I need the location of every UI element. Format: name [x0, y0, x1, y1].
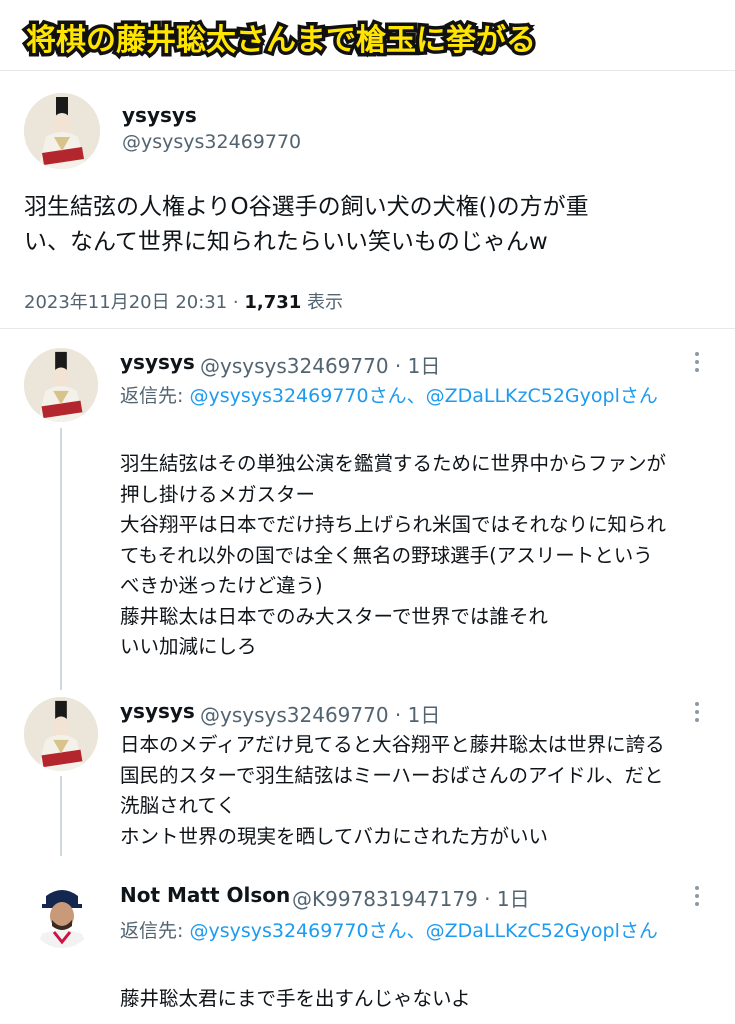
- views-label: 表示: [301, 292, 344, 313]
- replying-to-label: 返信先:: [120, 385, 190, 407]
- avatar-figure-icon: [24, 348, 98, 422]
- reply-avatar[interactable]: [24, 348, 98, 422]
- replying-to-mentions[interactable]: @ysysys32469770さん、@ZDaLLKzC52Gyoplさん: [189, 385, 657, 407]
- replying-to-mentions[interactable]: @ysysys32469770さん、@ZDaLLKzC52Gyoplさん: [189, 920, 657, 942]
- reply-author-name[interactable]: ysysys: [120, 699, 195, 723]
- avatar-figure-icon: [24, 93, 100, 169]
- reply-avatar[interactable]: [30, 884, 94, 948]
- tweet-text-line: い、なんて世界に知られたらいい笑いものじゃんw: [24, 229, 548, 255]
- replying-to-label: 返信先:: [120, 920, 190, 942]
- reply-author-name[interactable]: ysysys: [120, 350, 195, 374]
- more-options-icon[interactable]: [692, 702, 702, 722]
- tweet-text: 羽生結弦の人権よりO谷選手の飼い犬の犬権()の方が重 い、なんて世界に知られたら…: [24, 190, 589, 260]
- author-handle[interactable]: @ysysys32469770: [122, 131, 301, 153]
- reply-text: 羽生結弦はその単独公演を鑑賞するために世界中からファンが 押し掛けるメガスター …: [120, 452, 667, 658]
- avatar-player-icon: [30, 884, 94, 948]
- reply-author-name[interactable]: Not Matt Olson: [120, 883, 290, 907]
- replying-to: 返信先: @ysysys32469770さん、@ZDaLLKzC52Gyoplさ…: [120, 915, 710, 948]
- avatar[interactable]: [24, 93, 100, 169]
- title-banner: 将棋の藤井聡太さんまで槍玉に挙がる: [0, 0, 735, 72]
- reply-avatar[interactable]: [24, 697, 98, 771]
- more-options-icon[interactable]: [692, 886, 702, 906]
- reply-author-handle[interactable]: @ysysys32469770 · 1日: [200, 350, 440, 379]
- reply-text: 日本のメディアだけ見てると大谷翔平と藤井聡太は世界に誇る 国民的スターで羽生結弦…: [120, 733, 665, 848]
- thread-connector: [60, 776, 62, 856]
- more-options-icon[interactable]: [692, 352, 702, 372]
- tweet-timestamp[interactable]: 2023年11月20日 20:31 ·: [24, 292, 244, 313]
- avatar-figure-icon: [24, 697, 98, 771]
- tweet-divider: [0, 328, 735, 329]
- reply-author-handle[interactable]: @ysysys32469770 · 1日: [200, 699, 440, 728]
- view-count: 1,731: [244, 292, 302, 313]
- reply-author-handle[interactable]: @K997831947179 · 1日: [292, 883, 530, 912]
- replying-to: 返信先: @ysysys32469770さん、@ZDaLLKzC52Gyoplさ…: [120, 380, 710, 413]
- author-name[interactable]: ysysys: [122, 103, 197, 127]
- banner-title: 将棋の藤井聡太さんまで槍玉に挙がる: [23, 20, 540, 62]
- banner-divider: [0, 70, 735, 71]
- tweet-meta: 2023年11月20日 20:31 · 1,731 表示: [24, 288, 343, 314]
- reply-text: 藤井聡太君にまで手を出すんじゃないよ: [120, 987, 471, 1010]
- tweet-text-line: 羽生結弦の人権よりO谷選手の飼い犬の犬権()の方が重: [24, 194, 589, 220]
- thread-connector: [60, 428, 62, 690]
